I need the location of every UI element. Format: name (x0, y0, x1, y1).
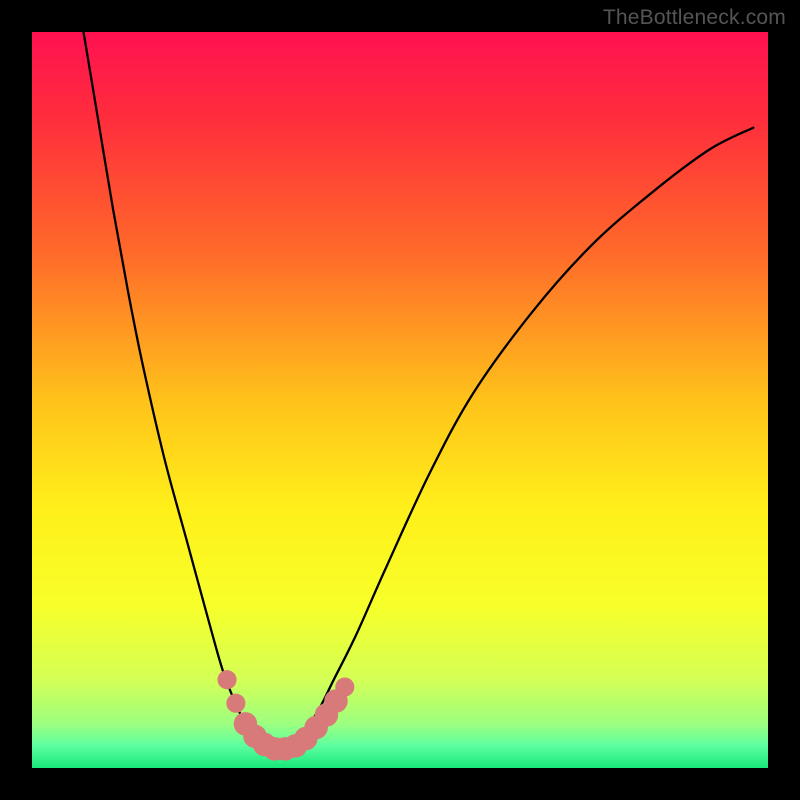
data-point (226, 694, 245, 713)
watermark-text: TheBottleneck.com (603, 6, 786, 30)
chart-svg (32, 32, 768, 768)
outer-frame: TheBottleneck.com (0, 0, 800, 800)
chart-plot-area (32, 32, 768, 768)
data-point (335, 677, 354, 696)
gradient-background (32, 32, 768, 768)
data-point (217, 670, 236, 689)
